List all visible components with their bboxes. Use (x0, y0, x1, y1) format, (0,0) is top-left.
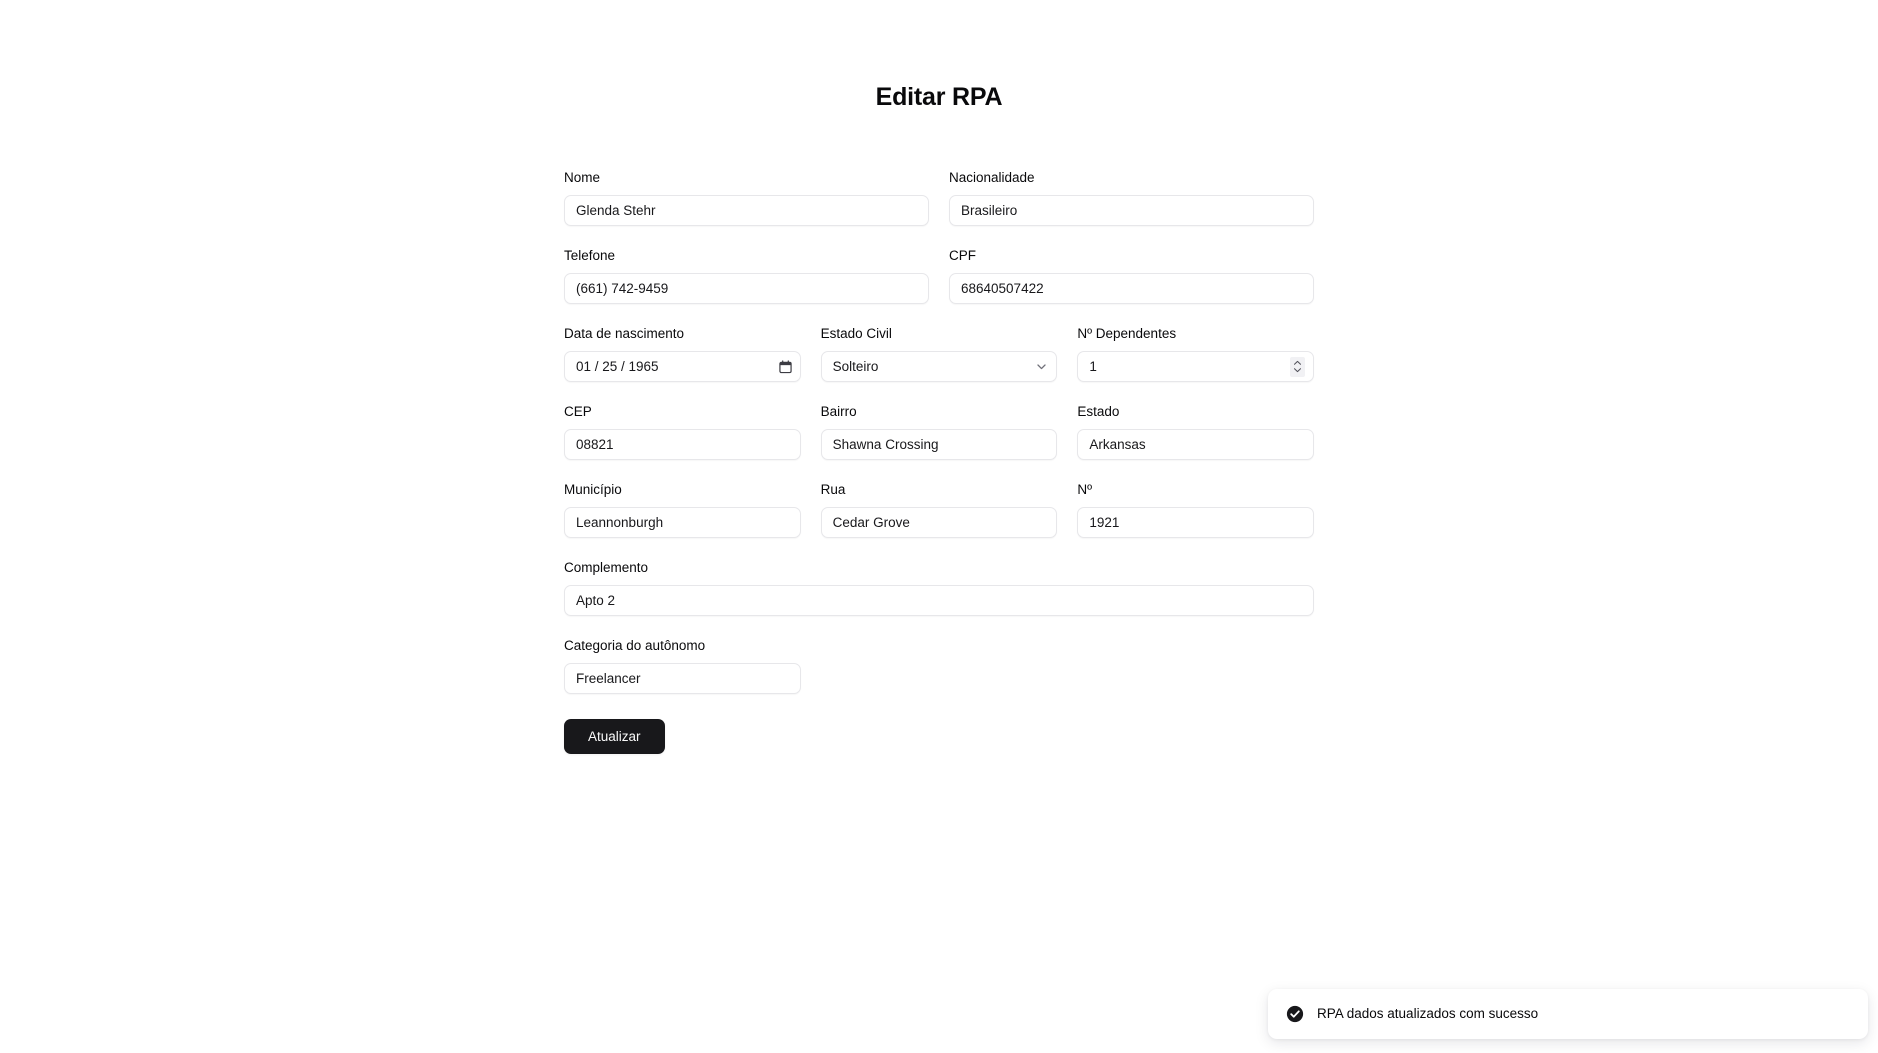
field-bairro: Bairro Shawna Crossing (820, 403, 1058, 460)
numero-input[interactable]: 1921 (1077, 507, 1314, 538)
label-nome: Nome (564, 170, 601, 185)
label-numero: Nº (1077, 482, 1093, 497)
form-row: Município Leannonburgh Rua Cedar Grove Nº 192… (564, 481, 1314, 538)
label-categoria-do-autonomo: Categoria do autônomo (564, 638, 706, 653)
field-estado-civil: Estado Civil Solteiro (820, 325, 1058, 382)
field-complemento: Complemento Apto 2 (564, 559, 1314, 616)
field-numero-dependentes: Nº Dependentes 1 (1077, 325, 1314, 382)
estado-civil-value: Solteiro (832, 359, 879, 374)
form-row: Data de nascimento 01 / 25 / 1965 Estado C… (564, 325, 1314, 382)
numero-dependentes-value: 1 (1089, 359, 1097, 374)
form-row: CEP 08821 Bairro Shawna Crossing Estado Arkan… (564, 403, 1314, 460)
label-cpf: CPF (949, 248, 976, 263)
calendar-icon[interactable] (778, 359, 792, 374)
field-cep: CEP 08821 (564, 403, 801, 460)
cpf-input[interactable]: 68640507422 (949, 273, 1314, 304)
rua-value: Cedar Grove (832, 515, 910, 530)
field-cpf: CPF 68640507422 (949, 247, 1314, 304)
field-nacionalidade: Nacionalidade Brasileiro (949, 169, 1314, 226)
label-estado-civil: Estado Civil (820, 326, 892, 341)
label-nacionalidade: Nacionalidade (949, 170, 1035, 185)
label-bairro: Bairro (820, 404, 857, 419)
cep-value: 08821 (576, 437, 614, 452)
telefone-value: (661) 742-9459 (576, 281, 669, 296)
label-municipio: Município (564, 482, 622, 497)
field-categoria-do-autonomo: Categoria do autônomo Freelancer (564, 637, 801, 694)
nacionalidade-input[interactable]: Brasileiro (949, 195, 1314, 226)
numero-dependentes-input[interactable]: 1 (1077, 351, 1314, 382)
check-circle-icon (1286, 1005, 1304, 1023)
label-cep: CEP (564, 404, 592, 419)
estado-value: Arkansas (1089, 437, 1146, 452)
form-row: Categoria do autônomo Freelancer (564, 637, 1314, 694)
label-data-de-nascimento: Data de nascimento (564, 326, 685, 341)
chevron-down-icon[interactable] (1035, 360, 1048, 373)
field-data-de-nascimento: Data de nascimento 01 / 25 / 1965 (564, 325, 801, 382)
field-telefone: Telefone (661) 742-9459 (564, 247, 929, 304)
categoria-do-autonomo-value: Freelancer (576, 671, 641, 686)
field-municipio: Município Leannonburgh (564, 481, 801, 538)
success-toast: RPA dados atualizados com sucesso (1268, 989, 1868, 1039)
label-numero-dependentes: Nº Dependentes (1077, 326, 1177, 341)
data-de-nascimento-value: 01 / 25 / 1965 (576, 359, 659, 374)
nacionalidade-value: Brasileiro (961, 203, 1018, 218)
label-complemento: Complemento (564, 560, 649, 575)
nome-value: Glenda Stehr (576, 203, 656, 218)
field-rua: Rua Cedar Grove (820, 481, 1058, 538)
complemento-input[interactable]: Apto 2 (564, 585, 1314, 616)
field-numero: Nº 1921 (1077, 481, 1314, 538)
complemento-value: Apto 2 (576, 593, 616, 608)
nome-input[interactable]: Glenda Stehr (564, 195, 929, 226)
municipio-input[interactable]: Leannonburgh (564, 507, 801, 538)
form-actions: Atualizar (564, 719, 1314, 754)
rua-input[interactable]: Cedar Grove (820, 507, 1058, 538)
categoria-do-autonomo-input[interactable]: Freelancer (564, 663, 801, 694)
municipio-value: Leannonburgh (576, 515, 664, 530)
field-estado: Estado Arkansas (1077, 403, 1314, 460)
stepper-icon[interactable] (1290, 356, 1305, 377)
bairro-value: Shawna Crossing (832, 437, 939, 452)
toast-message: RPA dados atualizados com sucesso (1317, 1006, 1539, 1021)
page-title: Editar RPA (875, 83, 1003, 111)
edit-rpa-page: Editar RPA Nome Glenda Stehr Nacionalidade… (0, 0, 1878, 1053)
data-de-nascimento-input[interactable]: 01 / 25 / 1965 (564, 351, 801, 382)
label-telefone: Telefone (564, 248, 616, 263)
form-row: Telefone (661) 742-9459 CPF 68640507422 (564, 247, 1314, 304)
cpf-value: 68640507422 (961, 281, 1044, 296)
cep-input[interactable]: 08821 (564, 429, 801, 460)
label-rua: Rua (820, 482, 846, 497)
estado-civil-input[interactable]: Solteiro (820, 351, 1058, 382)
numero-value: 1921 (1089, 515, 1120, 530)
bairro-input[interactable]: Shawna Crossing (820, 429, 1058, 460)
form-row: Nome Glenda Stehr Nacionalidade Brasileiro (564, 169, 1314, 226)
telefone-input[interactable]: (661) 742-9459 (564, 273, 929, 304)
label-estado: Estado (1077, 404, 1120, 419)
form-row: Complemento Apto 2 (564, 559, 1314, 616)
field-nome: Nome Glenda Stehr (564, 169, 929, 226)
rpa-edit-form: Nome Glenda Stehr Nacionalidade Brasileiro T… (564, 112, 1314, 754)
submit-update-button[interactable]: Atualizar (564, 719, 665, 754)
estado-input[interactable]: Arkansas (1077, 429, 1314, 460)
